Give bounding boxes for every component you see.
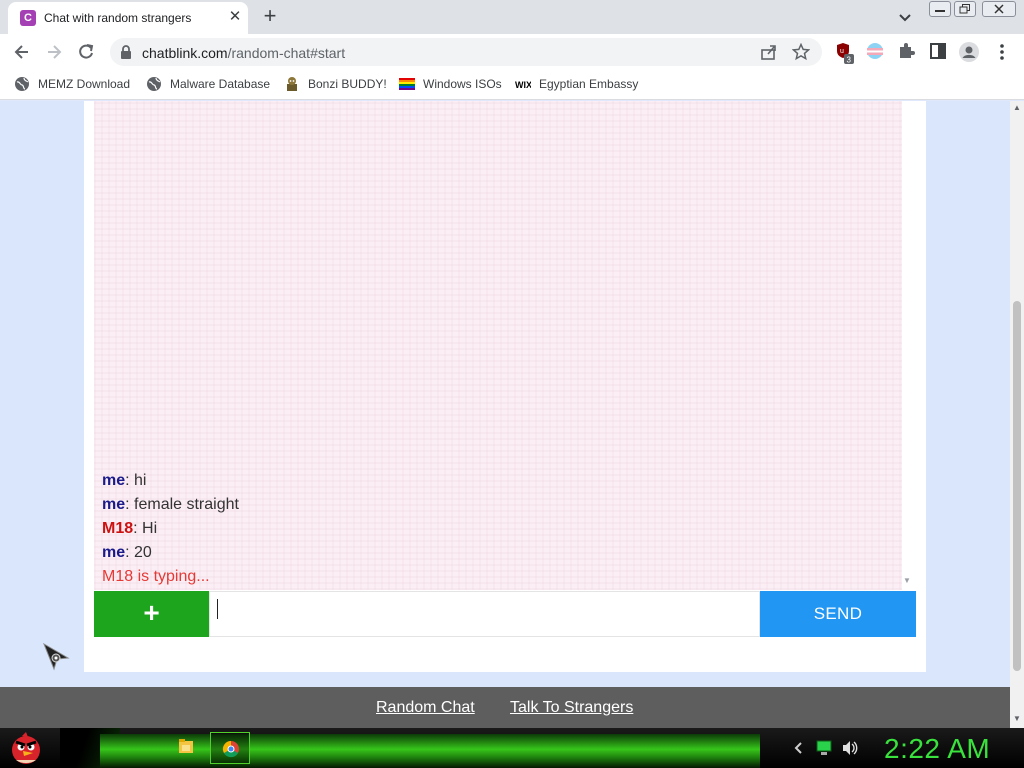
tab-search-chevron-icon[interactable] xyxy=(895,7,915,27)
profile-avatar-icon[interactable] xyxy=(959,42,979,67)
url-text: chatblink.com/random-chat#start xyxy=(142,45,346,61)
window-close-button[interactable] xyxy=(982,1,1016,17)
mouse-pointer-icon xyxy=(42,642,72,677)
tab-close-icon[interactable]: ✕ xyxy=(226,8,244,26)
browser-toolbar: chatblink.com/random-chat#start u3 xyxy=(0,34,1024,70)
chrome-icon[interactable] xyxy=(210,732,250,764)
message-composer: + SEND xyxy=(94,591,916,637)
side-panel-icon[interactable] xyxy=(929,42,947,65)
bookmark-memz-download[interactable]: MEMZ Download xyxy=(14,76,130,94)
bookmark-windows-isos[interactable]: Windows ISOs xyxy=(399,76,502,94)
add-attachment-button[interactable]: + xyxy=(94,591,209,637)
tab-title: Chat with random strangers xyxy=(44,11,192,25)
chat-message: me: female straight xyxy=(102,496,239,513)
window-restore-button[interactable] xyxy=(954,1,976,17)
scroll-up-icon[interactable]: ▲ xyxy=(1013,103,1021,112)
globe-icon xyxy=(146,76,162,92)
page-footer: Random Chat Talk To Strangers xyxy=(0,687,1010,728)
tab-chat[interactable]: C Chat with random strangers ✕ xyxy=(8,2,248,34)
window-minimize-button[interactable] xyxy=(929,1,951,17)
pride-extension-icon[interactable] xyxy=(866,42,884,65)
bookmark-egyptian-embassy[interactable]: WIX Egyptian Embassy xyxy=(515,76,638,94)
new-tab-button[interactable]: + xyxy=(258,5,282,29)
address-bar[interactable]: chatblink.com/random-chat#start xyxy=(110,38,822,66)
chat-message: me: hi xyxy=(102,472,147,489)
chat-message: me: 20 xyxy=(102,544,152,561)
bookmarks-bar: MEMZ Download Malware Database Bonzi BUD… xyxy=(0,70,1024,100)
send-button[interactable]: SEND xyxy=(760,591,916,637)
text-caret xyxy=(217,599,218,619)
tab-strip: C Chat with random strangers ✕ + xyxy=(0,0,1024,34)
rainbow-flag-icon xyxy=(399,76,415,92)
bookmark-star-icon[interactable] xyxy=(791,42,811,66)
menu-kebab-icon[interactable] xyxy=(996,42,1008,67)
forward-arrow-icon[interactable] xyxy=(44,42,64,62)
page-scrollbar[interactable]: ▲ ▼ xyxy=(1010,101,1024,728)
scroll-down-icon[interactable]: ▼ xyxy=(1013,714,1021,723)
typing-indicator: M18 is typing... xyxy=(102,568,210,585)
tray-chevron-icon[interactable] xyxy=(792,740,806,761)
volume-icon[interactable] xyxy=(841,740,859,761)
wix-icon: WIX xyxy=(515,76,532,92)
footer-link-talk-to-strangers[interactable]: Talk To Strangers xyxy=(510,699,633,717)
reload-icon[interactable] xyxy=(76,42,96,62)
svg-text:u: u xyxy=(840,48,844,55)
globe-icon xyxy=(14,76,30,92)
back-arrow-icon[interactable] xyxy=(12,42,32,62)
ublock-extension-icon[interactable]: u3 xyxy=(835,42,857,69)
chat-card: me: hi me: female straight M18: Hi me: 2… xyxy=(84,101,926,672)
chat-scroll-down-icon[interactable]: ▼ xyxy=(903,576,913,586)
extensions-puzzle-icon[interactable] xyxy=(897,42,915,65)
taskbar-clock[interactable]: 2:22 AM xyxy=(884,733,990,765)
lock-icon[interactable] xyxy=(120,45,132,64)
footer-link-random-chat[interactable]: Random Chat xyxy=(376,699,475,717)
chat-message: M18: Hi xyxy=(102,520,158,537)
page-content: me: hi me: female straight M18: Hi me: 2… xyxy=(0,101,1010,728)
scroll-thumb[interactable] xyxy=(1013,301,1021,671)
bookmark-bonzi-buddy[interactable]: Bonzi BUDDY! xyxy=(284,76,387,94)
file-explorer-icon[interactable] xyxy=(166,732,206,764)
chat-log[interactable]: me: hi me: female straight M18: Hi me: 2… xyxy=(94,101,902,590)
bonzi-icon xyxy=(284,76,300,92)
angry-bird-icon[interactable] xyxy=(6,730,46,766)
bookmark-malware-database[interactable]: Malware Database xyxy=(146,76,270,94)
share-icon[interactable] xyxy=(760,43,778,66)
site-favicon-icon: C xyxy=(20,10,36,26)
message-input[interactable] xyxy=(209,591,760,637)
network-monitor-icon[interactable] xyxy=(816,740,832,761)
svg-text:3: 3 xyxy=(847,56,852,65)
svg-text:WIX: WIX xyxy=(515,80,531,90)
taskbar: 2:22 AM xyxy=(0,728,1024,768)
message-list: me: hi me: female straight M18: Hi me: 2… xyxy=(102,469,882,589)
